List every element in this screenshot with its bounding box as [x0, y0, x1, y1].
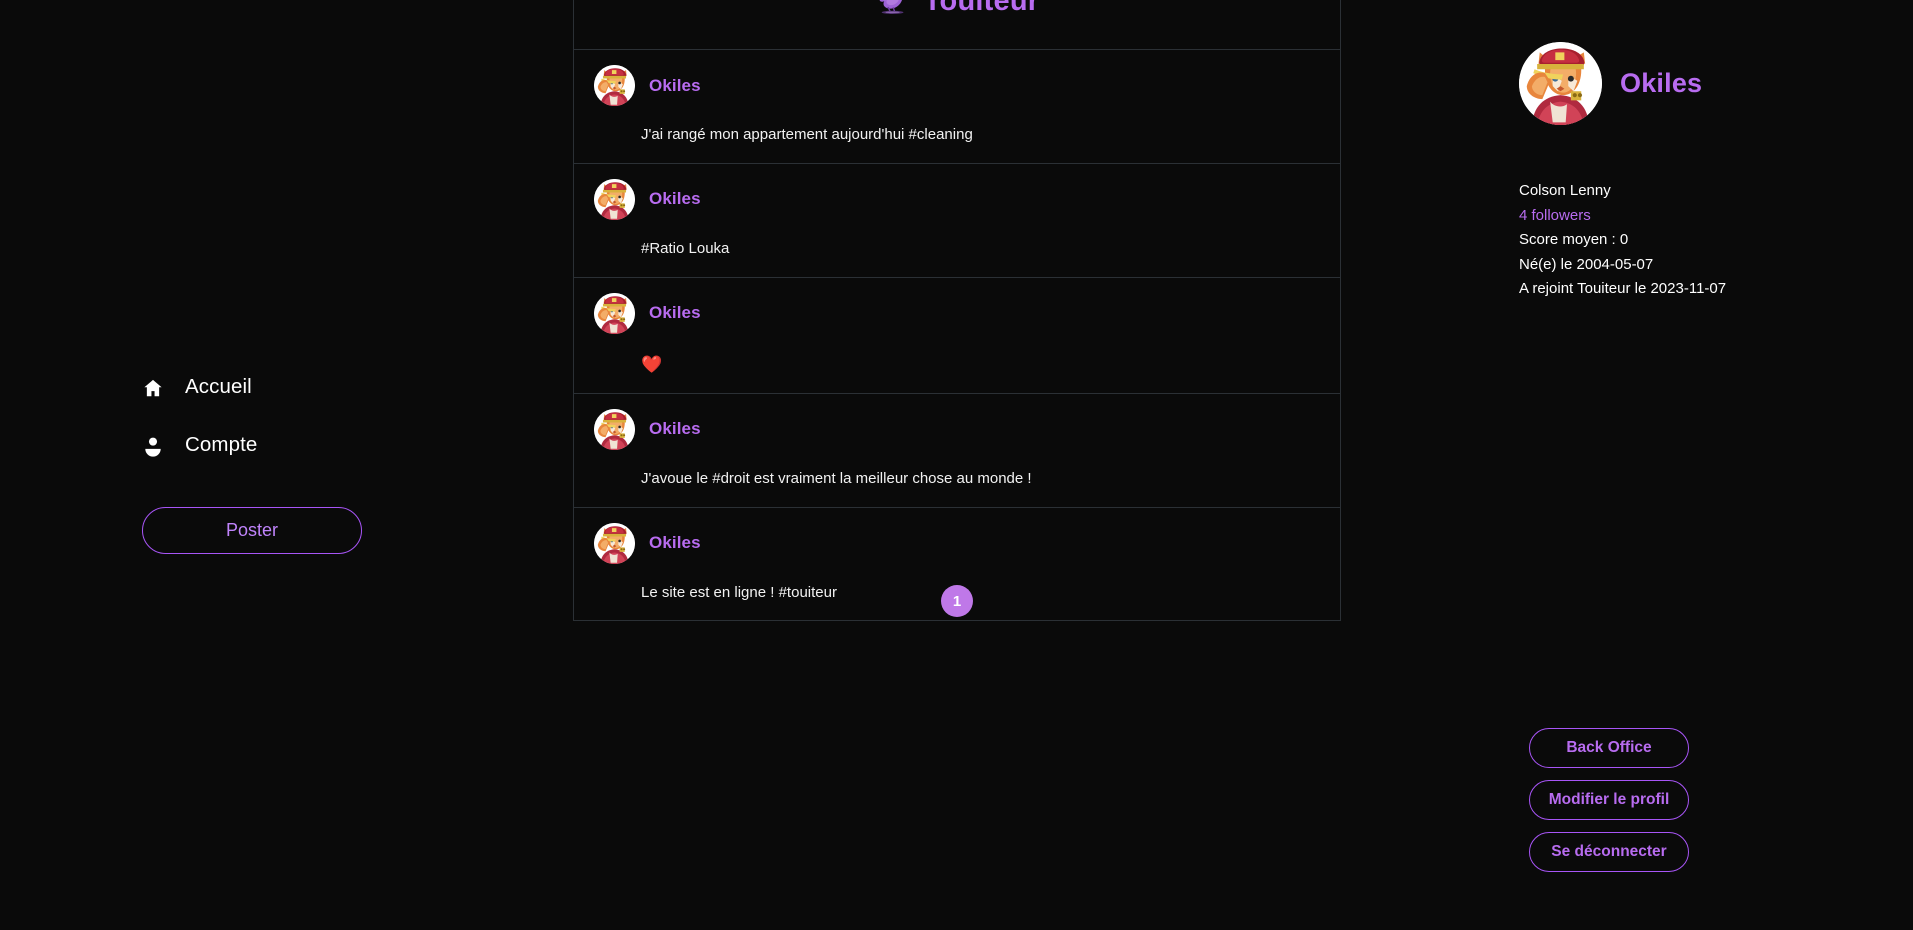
feed-header: Touiteur	[574, 0, 1340, 50]
post-text: J'ai rangé mon appartement aujourd'hui #…	[641, 126, 973, 143]
profile-actions: Back Office Modifier le profil Se déconn…	[1529, 728, 1689, 872]
post-header: Okiles	[574, 65, 1340, 106]
pagination-page-1[interactable]: 1	[941, 585, 973, 617]
profile-panel: Okiles Colson Lenny 4 followers Score mo…	[1341, 0, 1913, 930]
post-text: J'avoue le #droit est vraiment la meille…	[641, 469, 1032, 487]
bird-icon	[875, 0, 913, 18]
cat-salute-avatar[interactable]	[594, 292, 635, 334]
sidebar-item-compte[interactable]: Compte	[142, 435, 257, 457]
profile-joined-date: A rejoint Touiteur le 2023-11-07	[1519, 280, 1727, 297]
profile-header: Okiles	[1519, 42, 1702, 125]
sidebar-item-compte-label: Compte	[185, 433, 258, 457]
cat-salute-avatar[interactable]	[594, 178, 635, 220]
logout-button[interactable]: Se déconnecter	[1529, 832, 1689, 872]
cat-salute-avatar[interactable]	[1519, 42, 1602, 125]
cat-salute-avatar[interactable]	[594, 522, 635, 564]
post-author[interactable]: Okiles	[649, 303, 701, 323]
post-author[interactable]: Okiles	[649, 419, 701, 439]
post-item: Okiles #Ratio Louka	[574, 164, 1340, 278]
cat-salute-avatar[interactable]	[594, 65, 635, 106]
profile-followers-link[interactable]: 4 followers	[1519, 207, 1726, 225]
profile-full-name: Colson Lenny	[1519, 182, 1611, 199]
post-header: Okiles	[574, 292, 1340, 334]
post-header: Okiles	[574, 408, 1340, 450]
profile-display-name: Okiles	[1620, 68, 1703, 98]
post-item: Okiles ❤️	[574, 278, 1340, 394]
post-author[interactable]: Okiles	[649, 533, 701, 553]
pagination: 1	[573, 585, 1341, 617]
post-author[interactable]: Okiles	[649, 76, 701, 96]
post-text: #Ratio Louka	[641, 239, 730, 257]
post-item: Okiles J'ai rangé mon appartement aujour…	[574, 50, 1340, 164]
poster-button[interactable]: Poster	[142, 506, 362, 554]
post-header: Okiles	[574, 178, 1340, 220]
person-icon	[142, 435, 164, 457]
app-root: Accueil Compte Poster Touiteur Okiles J'…	[0, 0, 1913, 930]
sidebar-item-accueil[interactable]: Accueil	[142, 377, 252, 399]
edit-profile-button[interactable]: Modifier le profil	[1529, 780, 1689, 820]
post-item: Okiles J'avoue le #droit est vraiment la…	[574, 394, 1340, 508]
feed-card: Touiteur Okiles J'ai rangé mon apparteme…	[573, 0, 1341, 622]
profile-birthdate: Né(e) le 2004-05-07	[1519, 255, 1654, 273]
back-office-button[interactable]: Back Office	[1529, 728, 1689, 768]
sidebar-item-accueil-label: Accueil	[185, 375, 252, 399]
post-text: ❤️	[641, 354, 663, 374]
home-icon	[142, 377, 164, 399]
left-sidebar: Accueil Compte Poster	[0, 0, 573, 930]
feed-column: Touiteur Okiles J'ai rangé mon apparteme…	[573, 0, 1341, 930]
profile-info: Colson Lenny 4 followers Score moyen : 0…	[1519, 182, 1726, 298]
post-author[interactable]: Okiles	[649, 189, 701, 209]
profile-score: Score moyen : 0	[1519, 231, 1629, 248]
post-header: Okiles	[574, 522, 1340, 564]
brand-title: Touiteur	[923, 0, 1040, 17]
cat-salute-avatar[interactable]	[594, 408, 635, 450]
